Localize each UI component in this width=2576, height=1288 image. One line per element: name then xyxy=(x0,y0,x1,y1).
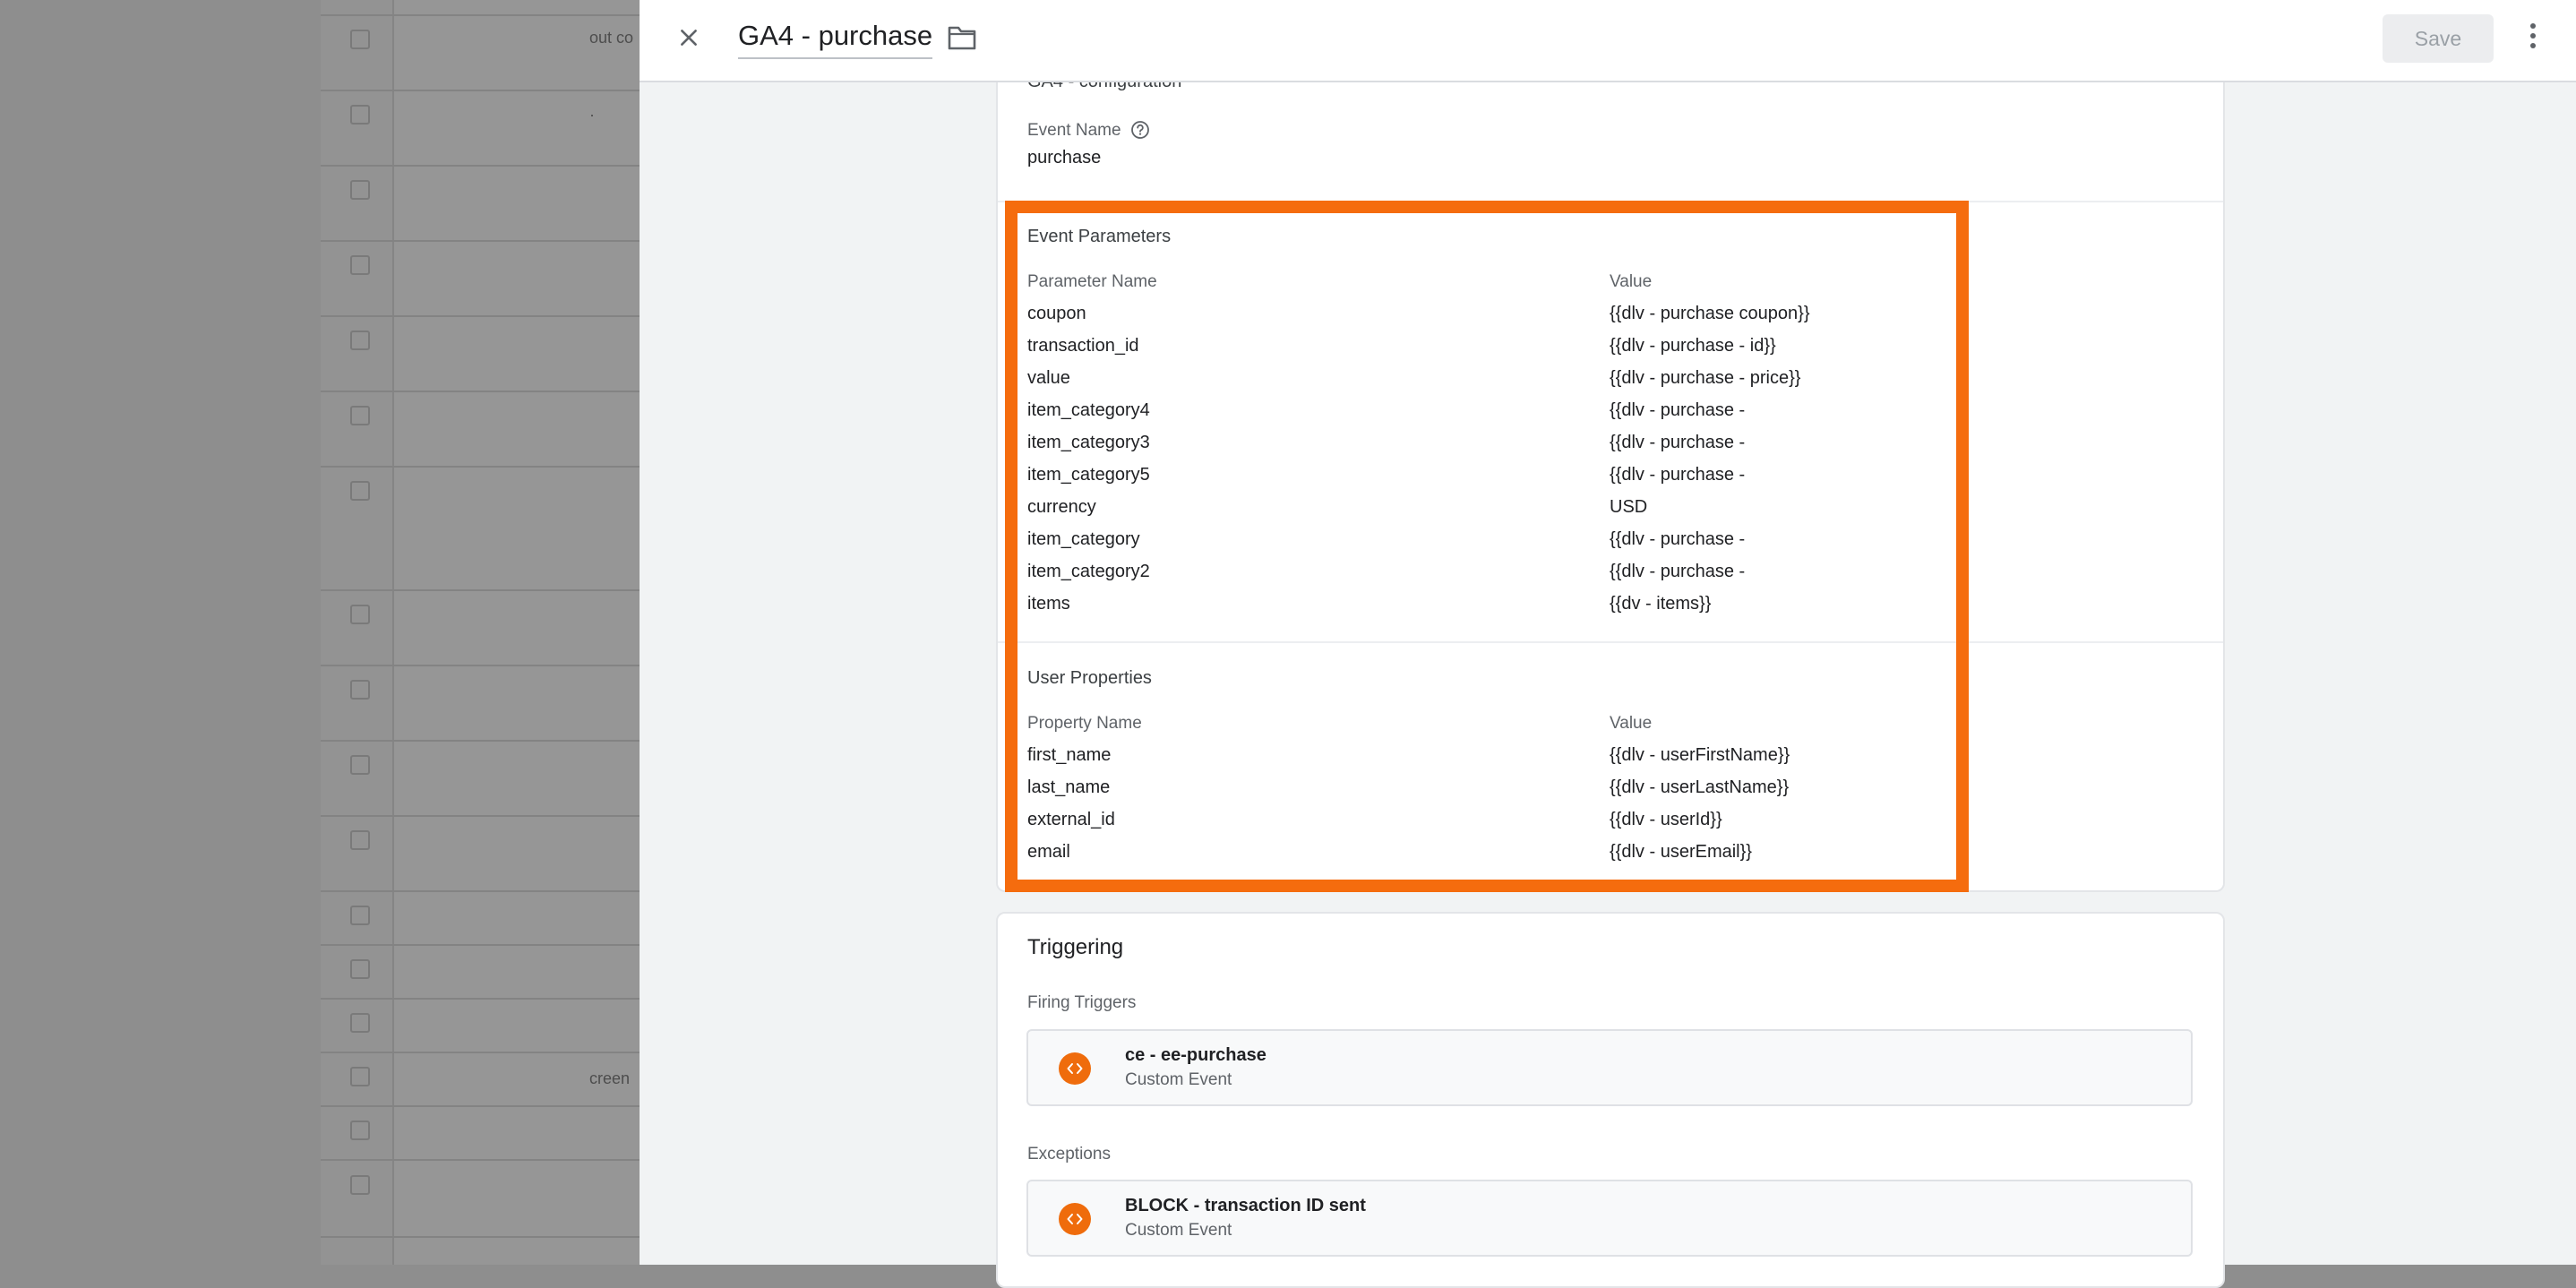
parameter-name: coupon xyxy=(1027,304,1086,323)
parameter-name: items xyxy=(1027,594,1070,614)
trigger-name: ce - ee-purchase xyxy=(1125,1045,1267,1065)
parameter-name: item_category3 xyxy=(1027,433,1150,452)
property-name: last_name xyxy=(1027,777,1111,797)
parameter-name-header: Parameter Name xyxy=(1027,272,1157,291)
more-options-button[interactable] xyxy=(2515,18,2551,57)
background-checkbox xyxy=(350,1013,370,1033)
background-row xyxy=(321,1159,643,1238)
user-properties-title: User Properties xyxy=(1027,668,1152,688)
background-checkbox xyxy=(350,1067,370,1086)
save-button[interactable]: Save xyxy=(2383,14,2494,63)
firing-trigger-item[interactable]: ce - ee-purchase Custom Event xyxy=(1026,1029,2193,1106)
parameter-value: {{dlv - purchase - xyxy=(1610,465,1746,485)
background-checkbox xyxy=(350,680,370,700)
property-name: external_id xyxy=(1027,810,1115,829)
trigger-type: Custom Event xyxy=(1125,1070,1232,1089)
background-row xyxy=(321,740,643,817)
background-checkbox xyxy=(350,830,370,850)
background-row xyxy=(321,665,643,742)
parameter-name: item_category2 xyxy=(1027,562,1150,581)
background-row xyxy=(321,589,643,666)
background-checkbox xyxy=(350,331,370,350)
parameter-value: {{dlv - purchase - xyxy=(1610,433,1746,452)
exception-trigger-item[interactable]: BLOCK - transaction ID sent Custom Event xyxy=(1026,1180,2193,1257)
background-checkbox xyxy=(350,105,370,125)
background-checkbox xyxy=(350,180,370,200)
parameter-name: transaction_id xyxy=(1027,336,1139,356)
folder-icon xyxy=(948,25,976,55)
property-value: {{dlv - userFirstName}} xyxy=(1610,745,1790,765)
parameter-name: item_category4 xyxy=(1027,400,1150,420)
parameter-value: {{dv - items}} xyxy=(1610,594,1712,614)
custom-event-icon xyxy=(1059,1203,1091,1235)
event-parameters-title: Event Parameters xyxy=(1027,227,1172,246)
background-row-text: · xyxy=(589,106,595,124)
firing-triggers-label: Firing Triggers xyxy=(1027,993,1137,1012)
custom-event-icon xyxy=(1059,1052,1091,1085)
trigger-name: BLOCK - transaction ID sent xyxy=(1125,1196,1366,1215)
parameter-name: item_category xyxy=(1027,529,1140,549)
property-name-header: Property Name xyxy=(1027,714,1142,733)
background-row-text: creen xyxy=(589,1069,631,1087)
background-checkbox xyxy=(350,406,370,425)
parameter-value: {{dlv - purchase coupon}} xyxy=(1610,304,1810,323)
property-name: email xyxy=(1027,842,1070,862)
close-icon xyxy=(677,26,700,54)
property-value-header: Value xyxy=(1610,714,1653,733)
parameter-value: {{dlv - purchase - xyxy=(1610,562,1746,581)
section-divider xyxy=(998,641,2223,643)
background-checkbox xyxy=(350,959,370,979)
parameter-value-header: Value xyxy=(1610,272,1653,291)
property-value: {{dlv - userEmail}} xyxy=(1610,842,1752,862)
background-row xyxy=(321,90,643,167)
property-value: {{dlv - userId}} xyxy=(1610,810,1722,829)
parameter-value: USD xyxy=(1610,497,1648,517)
background-row-text: out co xyxy=(589,29,634,47)
background-row xyxy=(321,14,643,91)
background-checkbox xyxy=(350,1121,370,1140)
help-icon[interactable] xyxy=(1130,120,1150,144)
close-button[interactable] xyxy=(670,21,708,58)
background-row xyxy=(321,165,643,242)
parameter-name: value xyxy=(1027,368,1070,388)
property-name: first_name xyxy=(1027,745,1112,765)
background-checkbox xyxy=(350,1175,370,1195)
background-checkbox xyxy=(350,481,370,501)
parameter-value: {{dlv - purchase - xyxy=(1610,400,1746,420)
property-value: {{dlv - userLastName}} xyxy=(1610,777,1790,797)
background-row xyxy=(321,315,643,392)
folder-button[interactable] xyxy=(946,23,978,56)
background-row xyxy=(321,240,643,317)
event-name-label: Event Name xyxy=(1027,121,1121,140)
background-row xyxy=(321,815,643,892)
background-checkbox xyxy=(350,906,370,925)
background-checkbox xyxy=(350,255,370,275)
more-vert-icon xyxy=(2529,22,2537,54)
parameter-name: currency xyxy=(1027,497,1096,517)
section-divider xyxy=(998,201,2223,202)
parameter-value: {{dlv - purchase - id}} xyxy=(1610,336,1776,356)
tag-name-input[interactable]: GA4 - purchase xyxy=(738,20,933,59)
trigger-type: Custom Event xyxy=(1125,1221,1232,1240)
background-row xyxy=(321,391,643,468)
background-checkbox xyxy=(350,30,370,49)
exceptions-label: Exceptions xyxy=(1027,1145,1111,1163)
event-name-value: purchase xyxy=(1027,148,1102,167)
parameter-value: {{dlv - purchase - xyxy=(1610,529,1746,549)
parameter-name: item_category5 xyxy=(1027,465,1150,485)
background-checkbox xyxy=(350,605,370,624)
background-checkbox xyxy=(350,755,370,775)
triggering-title: Triggering xyxy=(1027,935,1124,959)
parameter-value: {{dlv - purchase - price}} xyxy=(1610,368,1801,388)
